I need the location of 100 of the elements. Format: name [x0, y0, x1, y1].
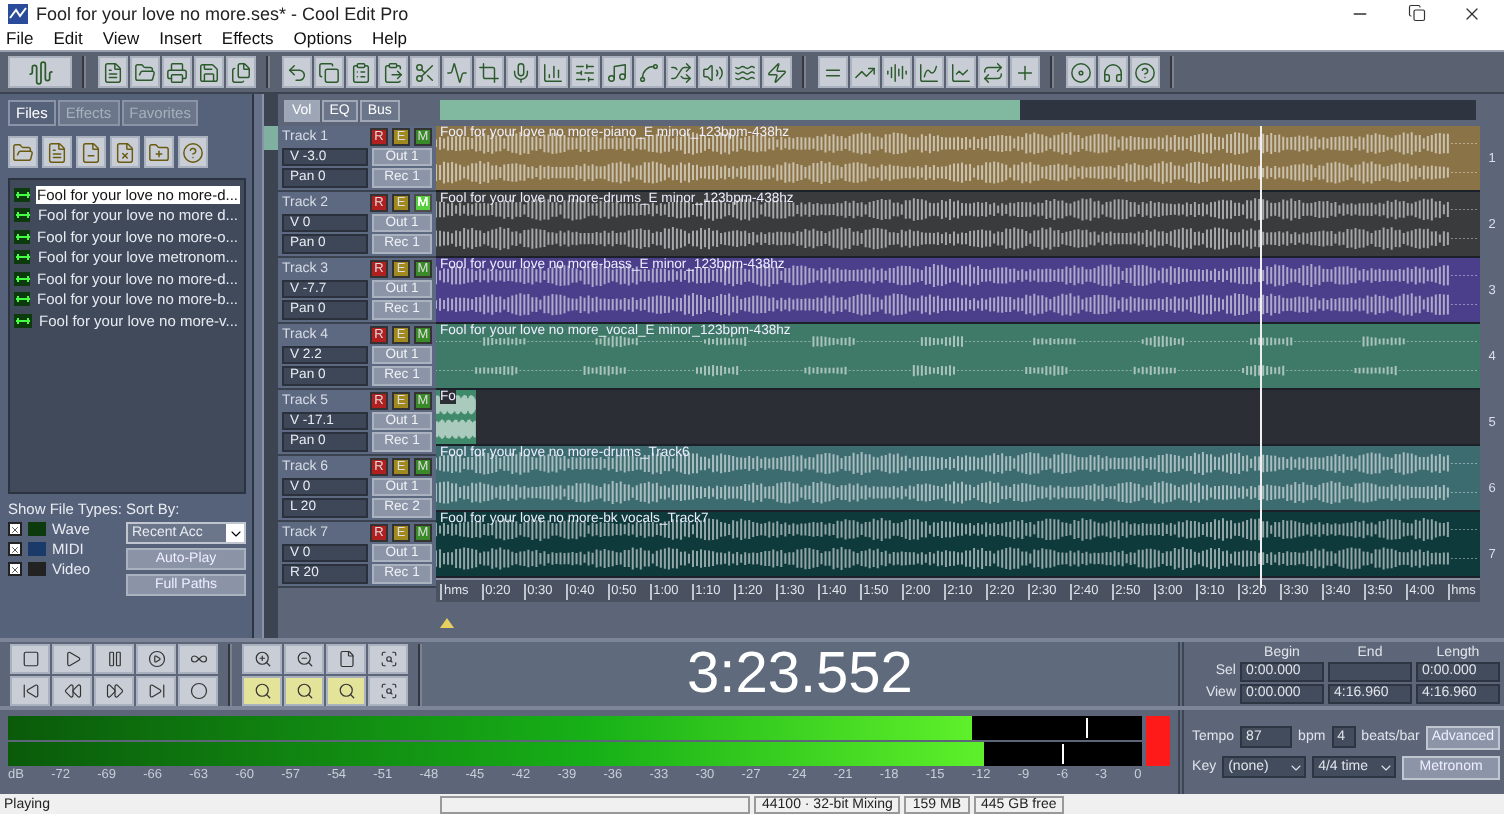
- wave-file-icon: [14, 292, 30, 307]
- spline-chart-icon: [918, 61, 940, 83]
- transport-button[interactable]: [136, 643, 176, 673]
- zoom-out-icon: [295, 649, 313, 667]
- toolbar-button[interactable]: [1130, 56, 1160, 88]
- menu-item[interactable]: Insert: [159, 28, 202, 48]
- wave-file-icon: [14, 229, 30, 244]
- menu-item[interactable]: Options: [293, 28, 353, 48]
- toolbar-button[interactable]: [442, 56, 472, 88]
- toolbar-button[interactable]: [1098, 56, 1128, 88]
- skip-forward-icon: [147, 681, 165, 699]
- toolbar-button[interactable]: [570, 56, 600, 88]
- menu-item[interactable]: View: [102, 28, 140, 48]
- menu-item[interactable]: Help: [372, 28, 408, 48]
- wave-file-icon: [14, 250, 30, 265]
- toolbar-button[interactable]: [538, 56, 568, 88]
- zoom-selection-icon: [379, 649, 397, 667]
- time-display: 3:23.552: [422, 642, 1184, 706]
- toolbar-button[interactable]: [666, 56, 696, 88]
- zoom-button[interactable]: [326, 643, 366, 673]
- toolbar-button[interactable]: [378, 56, 408, 88]
- toolbar-button[interactable]: [882, 56, 912, 88]
- toolbar-button[interactable]: [506, 56, 536, 88]
- zoom-button[interactable]: [284, 643, 324, 673]
- document-icon: [102, 61, 124, 83]
- toolbar-button[interactable]: [1010, 56, 1040, 88]
- transport-button[interactable]: [178, 643, 218, 673]
- music-note-icon: [606, 61, 628, 83]
- time-field[interactable]: [1328, 661, 1412, 681]
- scroll-thumb[interactable]: [264, 126, 278, 150]
- toolbar-button[interactable]: [76, 136, 106, 168]
- transport-button[interactable]: [94, 643, 134, 673]
- copy-icon: [318, 61, 340, 83]
- window-title: Fool for your love no more.ses* - Cool Edit Pro: [36, 3, 411, 23]
- toolbar-button[interactable]: [978, 56, 1008, 88]
- microphone-icon: [510, 61, 532, 83]
- headphones-icon: [1102, 61, 1124, 83]
- toolbar-button[interactable]: [98, 56, 128, 88]
- help-icon: [182, 141, 204, 163]
- zoom-in-icon: [253, 649, 271, 667]
- zoom-button[interactable]: [242, 643, 282, 673]
- zoom-button[interactable]: [326, 675, 366, 705]
- pause-icon: [105, 649, 123, 667]
- toolbar-button[interactable]: [130, 56, 160, 88]
- zoom-button[interactable]: [284, 675, 324, 705]
- toolbar-button[interactable]: [162, 56, 192, 88]
- menu-item[interactable]: File: [6, 28, 34, 48]
- toolbar-button[interactable]: [42, 136, 72, 168]
- toolbar-button[interactable]: [602, 56, 632, 88]
- toolbar-button[interactable]: [1066, 56, 1096, 88]
- menu-item[interactable]: Effects: [221, 28, 274, 48]
- toolbar-button[interactable]: [8, 56, 72, 88]
- help-icon: [1134, 61, 1156, 83]
- toolbar-button[interactable]: [698, 56, 728, 88]
- toolbar-button[interactable]: [110, 136, 140, 168]
- toolbar-button[interactable]: [946, 56, 976, 88]
- toolbar-button[interactable]: [226, 56, 256, 88]
- toolbar-button[interactable]: [474, 56, 504, 88]
- magnifier-icon: [337, 681, 355, 699]
- toolbar-button[interactable]: [194, 56, 224, 88]
- checkbox[interactable]: [8, 562, 22, 576]
- play-icon: [63, 649, 81, 667]
- zoom-button[interactable]: [368, 675, 408, 705]
- record-icon: [189, 681, 207, 699]
- toolbar-button[interactable]: [314, 56, 344, 88]
- zoom-button[interactable]: [368, 643, 408, 673]
- waveform-icon: [27, 59, 53, 85]
- checkbox[interactable]: [8, 522, 22, 536]
- toolbar-button[interactable]: [634, 56, 664, 88]
- menu-item[interactable]: Edit: [53, 28, 83, 48]
- lightning-icon: [766, 61, 788, 83]
- repeat-icon: [982, 61, 1004, 83]
- zoom-button[interactable]: [242, 675, 282, 705]
- toolbar-button[interactable]: [282, 56, 312, 88]
- help-button[interactable]: [178, 136, 208, 168]
- magnifier-icon: [253, 681, 271, 699]
- toolbar-button[interactable]: [730, 56, 760, 88]
- overview-scrollbar[interactable]: [440, 100, 1476, 120]
- toolbar-button[interactable]: [818, 56, 848, 88]
- curve-icon: [638, 61, 660, 83]
- toolbar-button[interactable]: [346, 56, 376, 88]
- transport-button[interactable]: [10, 675, 50, 705]
- pulse-icon: [446, 61, 468, 83]
- transport-button[interactable]: [178, 675, 218, 705]
- toolbar-button[interactable]: [914, 56, 944, 88]
- crop-icon: [478, 61, 500, 83]
- plus-icon: [1014, 61, 1036, 83]
- toolbar-button[interactable]: [144, 136, 174, 168]
- toolbar-button[interactable]: [850, 56, 880, 88]
- transport-button[interactable]: [52, 675, 92, 705]
- transport-button[interactable]: [10, 643, 50, 673]
- transport-button[interactable]: [52, 643, 92, 673]
- transport-button[interactable]: [136, 675, 176, 705]
- play-circle-icon: [147, 649, 165, 667]
- checkbox[interactable]: [8, 542, 22, 556]
- toolbar-button[interactable]: [410, 56, 440, 88]
- toolbar-button[interactable]: [762, 56, 792, 88]
- transport-button[interactable]: [94, 675, 134, 705]
- wave-file-icon: [14, 271, 30, 286]
- open-button[interactable]: [8, 136, 38, 168]
